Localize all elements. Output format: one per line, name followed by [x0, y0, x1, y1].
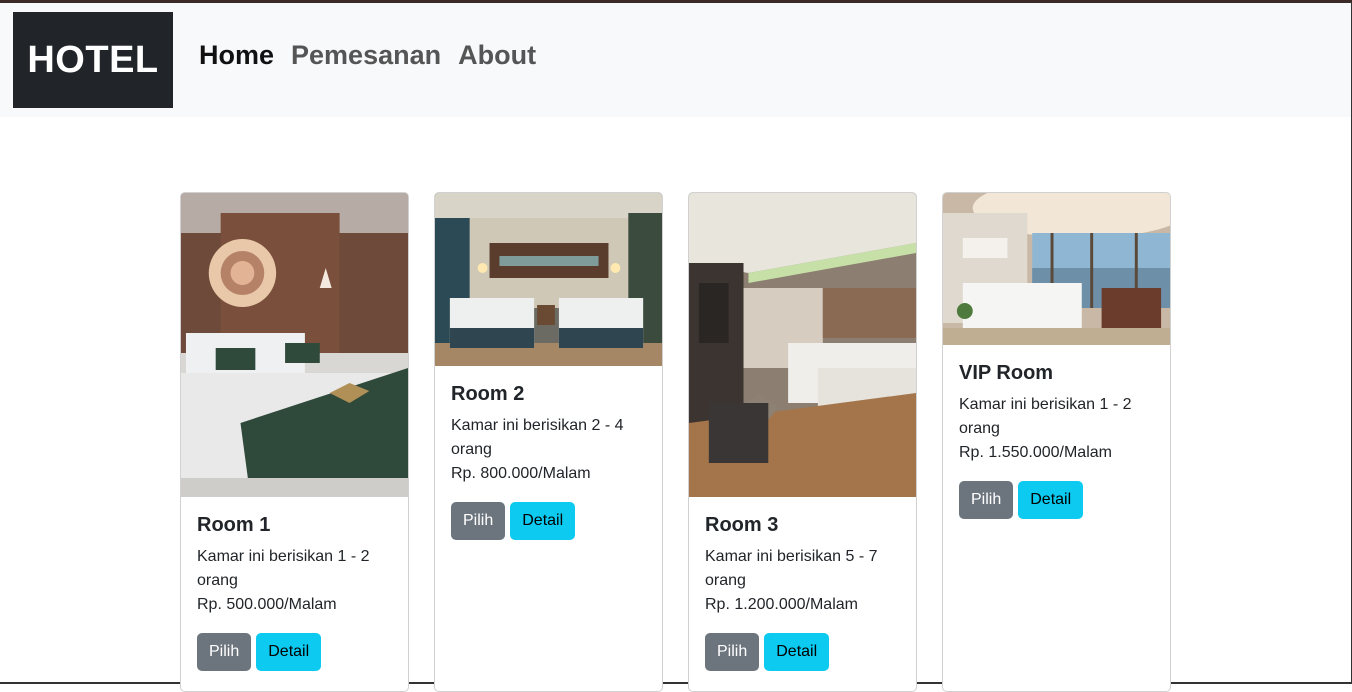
navbar: HOTEL Home Pemesanan About [0, 3, 1351, 117]
room-1-detail-button[interactable]: Detail [256, 633, 322, 671]
room-3-body: Room 3 Kamar ini berisikan 5 - 7 orang R… [705, 513, 904, 671]
vip-room-description: Kamar ini berisikan 1 - 2 orang [959, 396, 1132, 437]
room-3-image [689, 193, 916, 497]
room-2-price: Rp. 800.000/Malam [451, 465, 591, 482]
room-card-2: Room 2 Kamar ini berisikan 2 - 4 orang R… [434, 192, 663, 692]
vip-room-pilih-button[interactable]: Pilih [959, 481, 1014, 519]
room-card-vip: VIP Room Kamar ini berisikan 1 - 2 orang… [942, 192, 1171, 692]
room-2-description: Kamar ini berisikan 2 - 4 orang [451, 417, 624, 458]
room-2-detail-button[interactable]: Detail [510, 502, 576, 540]
room-1-actions: Pilih Detail [197, 633, 396, 671]
room-2-image [435, 193, 662, 366]
room-3-description: Kamar ini berisikan 5 - 7 orang [705, 548, 878, 589]
nav-link-home[interactable]: Home [199, 40, 274, 71]
vip-room-actions: Pilih Detail [959, 481, 1158, 519]
nav-link-about[interactable]: About [458, 40, 536, 71]
room-2-pilih-button[interactable]: Pilih [451, 502, 506, 540]
room-1-price: Rp. 500.000/Malam [197, 596, 337, 613]
nav-links: Home Pemesanan About [199, 40, 536, 71]
vip-room-price: Rp. 1.550.000/Malam [959, 444, 1112, 461]
brand-logo[interactable]: HOTEL [13, 12, 173, 108]
vip-room-image [943, 193, 1170, 345]
vip-room-detail-button[interactable]: Detail [1018, 481, 1084, 519]
room-2-title: Room 2 [451, 383, 525, 405]
room-1-title: Room 1 [197, 514, 271, 536]
room-3-detail-button[interactable]: Detail [764, 633, 830, 671]
room-card-3: Room 3 Kamar ini berisikan 5 - 7 orang R… [688, 192, 917, 692]
room-3-actions: Pilih Detail [705, 633, 904, 671]
room-2-actions: Pilih Detail [451, 502, 650, 540]
room-1-body: Room 1 Kamar ini berisikan 1 - 2 orang R… [197, 513, 396, 671]
vip-room-title: VIP Room [959, 362, 1054, 384]
nav-link-pemesanan[interactable]: Pemesanan [291, 40, 441, 71]
room-3-price: Rp. 1.200.000/Malam [705, 596, 858, 613]
room-card-1: Room 1 Kamar ini berisikan 1 - 2 orang R… [180, 192, 409, 692]
room-1-pilih-button[interactable]: Pilih [197, 633, 252, 671]
room-3-title: Room 3 [705, 514, 779, 536]
room-1-description: Kamar ini berisikan 1 - 2 orang [197, 548, 370, 589]
room-1-image [181, 193, 408, 497]
vip-room-body: VIP Room Kamar ini berisikan 1 - 2 orang… [959, 361, 1158, 519]
room-3-pilih-button[interactable]: Pilih [705, 633, 760, 671]
room-2-body: Room 2 Kamar ini berisikan 2 - 4 orang R… [451, 382, 650, 540]
